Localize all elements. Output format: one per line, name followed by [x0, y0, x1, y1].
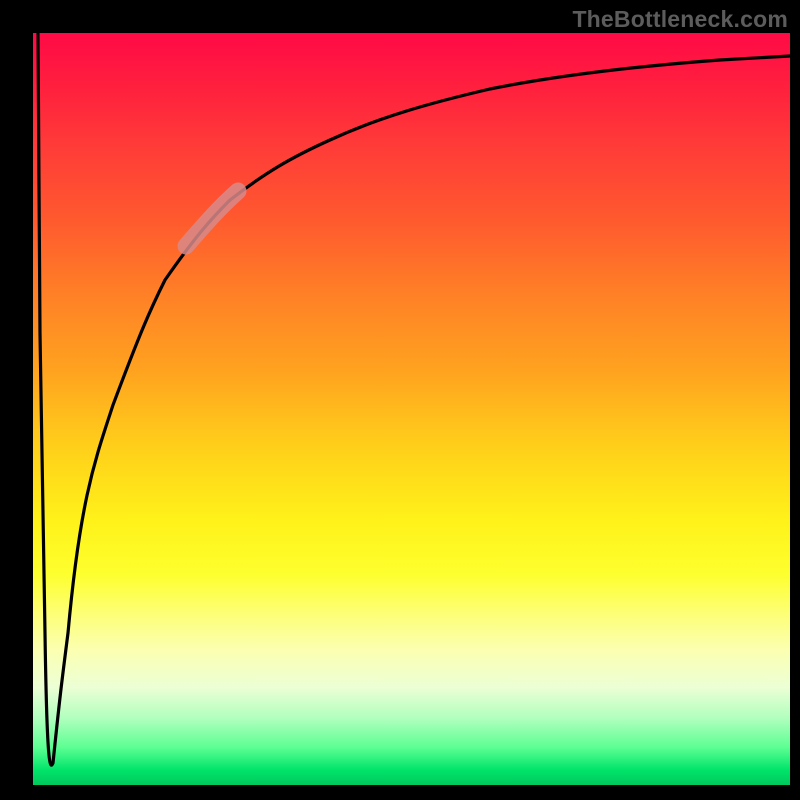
chart-frame: TheBottleneck.com: [0, 0, 800, 800]
plot-area: [33, 33, 790, 785]
watermark-text: TheBottleneck.com: [572, 6, 788, 33]
